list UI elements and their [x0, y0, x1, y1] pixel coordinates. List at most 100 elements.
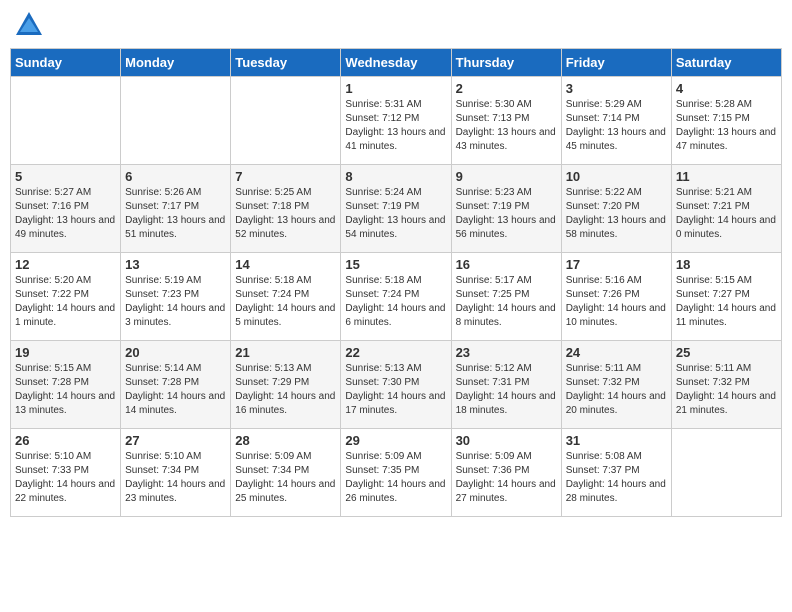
- calendar-cell: 18 Sunrise: 5:15 AM Sunset: 7:27 PM Dayli…: [671, 253, 781, 341]
- logo-icon: [14, 10, 44, 40]
- day-info: Sunrise: 5:27 AM Sunset: 7:16 PM Dayligh…: [15, 186, 116, 242]
- day-number: 29: [345, 433, 446, 448]
- day-number: 7: [235, 169, 336, 184]
- calendar-cell: 21 Sunrise: 5:13 AM Sunset: 7:29 PM Dayli…: [231, 341, 341, 429]
- calendar-cell: [121, 77, 231, 165]
- week-row-1: 1 Sunrise: 5:31 AM Sunset: 7:12 PM Daylig…: [11, 77, 782, 165]
- day-info: Sunrise: 5:19 AM Sunset: 7:23 PM Dayligh…: [125, 274, 226, 330]
- day-info: Sunrise: 5:21 AM Sunset: 7:21 PM Dayligh…: [676, 186, 777, 242]
- day-number: 30: [456, 433, 557, 448]
- calendar-cell: [11, 77, 121, 165]
- day-info: Sunrise: 5:11 AM Sunset: 7:32 PM Dayligh…: [676, 362, 777, 418]
- weekday-header-friday: Friday: [561, 49, 671, 77]
- day-number: 26: [15, 433, 116, 448]
- day-number: 13: [125, 257, 226, 272]
- calendar-cell: 25 Sunrise: 5:11 AM Sunset: 7:32 PM Dayli…: [671, 341, 781, 429]
- calendar-cell: 10 Sunrise: 5:22 AM Sunset: 7:20 PM Dayli…: [561, 165, 671, 253]
- day-info: Sunrise: 5:15 AM Sunset: 7:27 PM Dayligh…: [676, 274, 777, 330]
- day-info: Sunrise: 5:31 AM Sunset: 7:12 PM Dayligh…: [345, 98, 446, 154]
- week-row-5: 26 Sunrise: 5:10 AM Sunset: 7:33 PM Dayli…: [11, 429, 782, 517]
- calendar-cell: [231, 77, 341, 165]
- weekday-header-sunday: Sunday: [11, 49, 121, 77]
- calendar-cell: 17 Sunrise: 5:16 AM Sunset: 7:26 PM Dayli…: [561, 253, 671, 341]
- day-number: 28: [235, 433, 336, 448]
- calendar-cell: 2Sunrise: 5:30 AM Sunset: 7:13 PM Daylig…: [451, 77, 561, 165]
- calendar-cell: 13 Sunrise: 5:19 AM Sunset: 7:23 PM Dayli…: [121, 253, 231, 341]
- calendar-cell: 3 Sunrise: 5:29 AM Sunset: 7:14 PM Daylig…: [561, 77, 671, 165]
- calendar-cell: 12 Sunrise: 5:20 AM Sunset: 7:22 PM Dayli…: [11, 253, 121, 341]
- day-info: Sunrise: 5:09 AM Sunset: 7:34 PM Dayligh…: [235, 450, 336, 506]
- weekday-header-saturday: Saturday: [671, 49, 781, 77]
- calendar-cell: 1 Sunrise: 5:31 AM Sunset: 7:12 PM Daylig…: [341, 77, 451, 165]
- day-info: Sunrise: 5:13 AM Sunset: 7:29 PM Dayligh…: [235, 362, 336, 418]
- weekday-header-thursday: Thursday: [451, 49, 561, 77]
- day-info: Sunrise: 5:10 AM Sunset: 7:33 PM Dayligh…: [15, 450, 116, 506]
- day-info: Sunrise: 5:29 AM Sunset: 7:14 PM Dayligh…: [566, 98, 667, 154]
- day-number: 24: [566, 345, 667, 360]
- day-number: 3: [566, 81, 667, 96]
- weekday-header-row: SundayMondayTuesdayWednesdayThursdayFrid…: [11, 49, 782, 77]
- calendar-cell: 31 Sunrise: 5:08 AM Sunset: 7:37 PM Dayli…: [561, 429, 671, 517]
- day-info: Sunrise: 5:26 AM Sunset: 7:17 PM Dayligh…: [125, 186, 226, 242]
- calendar-cell: 14Sunrise: 5:18 AM Sunset: 7:24 PM Dayli…: [231, 253, 341, 341]
- day-number: 27: [125, 433, 226, 448]
- day-info: Sunrise: 5:14 AM Sunset: 7:28 PM Dayligh…: [125, 362, 226, 418]
- day-info: Sunrise: 5:16 AM Sunset: 7:26 PM Dayligh…: [566, 274, 667, 330]
- day-info: Sunrise: 5:22 AM Sunset: 7:20 PM Dayligh…: [566, 186, 667, 242]
- day-number: 14: [235, 257, 336, 272]
- day-number: 20: [125, 345, 226, 360]
- day-number: 16: [456, 257, 557, 272]
- day-number: 25: [676, 345, 777, 360]
- day-info: Sunrise: 5:17 AM Sunset: 7:25 PM Dayligh…: [456, 274, 557, 330]
- calendar-cell: 6 Sunrise: 5:26 AM Sunset: 7:17 PM Daylig…: [121, 165, 231, 253]
- calendar-cell: [671, 429, 781, 517]
- day-number: 19: [15, 345, 116, 360]
- day-number: 23: [456, 345, 557, 360]
- day-number: 11: [676, 169, 777, 184]
- day-number: 21: [235, 345, 336, 360]
- logo: [14, 10, 48, 40]
- day-number: 17: [566, 257, 667, 272]
- calendar-cell: 28 Sunrise: 5:09 AM Sunset: 7:34 PM Dayli…: [231, 429, 341, 517]
- week-row-3: 12 Sunrise: 5:20 AM Sunset: 7:22 PM Dayli…: [11, 253, 782, 341]
- day-number: 5: [15, 169, 116, 184]
- calendar-cell: 11 Sunrise: 5:21 AM Sunset: 7:21 PM Dayli…: [671, 165, 781, 253]
- weekday-header-monday: Monday: [121, 49, 231, 77]
- day-number: 8: [345, 169, 446, 184]
- calendar-cell: 26 Sunrise: 5:10 AM Sunset: 7:33 PM Dayli…: [11, 429, 121, 517]
- day-info: Sunrise: 5:28 AM Sunset: 7:15 PM Dayligh…: [676, 98, 777, 154]
- day-info: Sunrise: 5:09 AM Sunset: 7:35 PM Dayligh…: [345, 450, 446, 506]
- weekday-header-wednesday: Wednesday: [341, 49, 451, 77]
- day-number: 12: [15, 257, 116, 272]
- day-number: 18: [676, 257, 777, 272]
- day-info: Sunrise: 5:30 AM Sunset: 7:13 PM Dayligh…: [456, 98, 557, 154]
- calendar-cell: 20 Sunrise: 5:14 AM Sunset: 7:28 PM Dayli…: [121, 341, 231, 429]
- day-info: Sunrise: 5:25 AM Sunset: 7:18 PM Dayligh…: [235, 186, 336, 242]
- calendar-cell: 27Sunrise: 5:10 AM Sunset: 7:34 PM Dayli…: [121, 429, 231, 517]
- day-number: 9: [456, 169, 557, 184]
- calendar-cell: 5 Sunrise: 5:27 AM Sunset: 7:16 PM Daylig…: [11, 165, 121, 253]
- calendar-cell: 15Sunrise: 5:18 AM Sunset: 7:24 PM Dayli…: [341, 253, 451, 341]
- day-number: 31: [566, 433, 667, 448]
- day-info: Sunrise: 5:09 AM Sunset: 7:36 PM Dayligh…: [456, 450, 557, 506]
- day-number: 6: [125, 169, 226, 184]
- calendar-cell: 24Sunrise: 5:11 AM Sunset: 7:32 PM Dayli…: [561, 341, 671, 429]
- weekday-header-tuesday: Tuesday: [231, 49, 341, 77]
- day-info: Sunrise: 5:23 AM Sunset: 7:19 PM Dayligh…: [456, 186, 557, 242]
- calendar-cell: 29 Sunrise: 5:09 AM Sunset: 7:35 PM Dayli…: [341, 429, 451, 517]
- calendar-cell: 4 Sunrise: 5:28 AM Sunset: 7:15 PM Daylig…: [671, 77, 781, 165]
- day-info: Sunrise: 5:08 AM Sunset: 7:37 PM Dayligh…: [566, 450, 667, 506]
- day-info: Sunrise: 5:18 AM Sunset: 7:24 PM Dayligh…: [345, 274, 446, 330]
- day-number: 1: [345, 81, 446, 96]
- calendar-cell: 7 Sunrise: 5:25 AM Sunset: 7:18 PM Daylig…: [231, 165, 341, 253]
- week-row-2: 5 Sunrise: 5:27 AM Sunset: 7:16 PM Daylig…: [11, 165, 782, 253]
- day-number: 10: [566, 169, 667, 184]
- day-info: Sunrise: 5:15 AM Sunset: 7:28 PM Dayligh…: [15, 362, 116, 418]
- day-info: Sunrise: 5:20 AM Sunset: 7:22 PM Dayligh…: [15, 274, 116, 330]
- day-info: Sunrise: 5:13 AM Sunset: 7:30 PM Dayligh…: [345, 362, 446, 418]
- calendar-cell: 9 Sunrise: 5:23 AM Sunset: 7:19 PM Daylig…: [451, 165, 561, 253]
- day-number: 4: [676, 81, 777, 96]
- week-row-4: 19 Sunrise: 5:15 AM Sunset: 7:28 PM Dayli…: [11, 341, 782, 429]
- calendar-cell: 8Sunrise: 5:24 AM Sunset: 7:19 PM Daylig…: [341, 165, 451, 253]
- page-header: [10, 10, 782, 40]
